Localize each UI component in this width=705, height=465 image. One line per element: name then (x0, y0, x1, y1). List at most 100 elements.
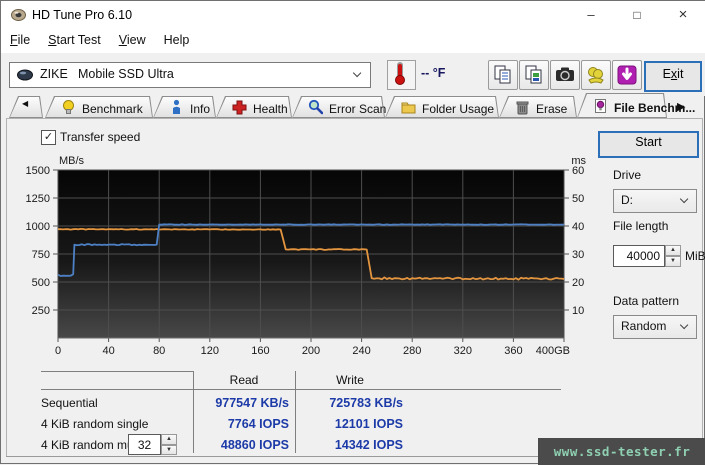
chevron-down-icon (679, 194, 689, 204)
data-pattern-value: Random (621, 319, 667, 333)
x-tick-label: 360 (504, 345, 522, 357)
column-header-read: Read (229, 373, 259, 387)
file-benchmark-icon (593, 98, 608, 117)
drive-dropdown[interactable]: D: (613, 189, 697, 213)
chevron-down-icon (679, 320, 689, 330)
y-right-tick-label: 40 (572, 221, 584, 233)
x-tick-label: 120 (201, 345, 219, 357)
file-length-spinner[interactable]: ▲ ▼ (665, 245, 681, 267)
copy-image-icon (525, 65, 542, 84)
y-axis-left-unit-label: MB/s (59, 155, 85, 167)
y-left-tick-label: 500 (32, 277, 50, 289)
tab-file-benchm[interactable]: File Benchm... (577, 93, 695, 118)
queue-depth-input[interactable]: 32 (128, 434, 161, 455)
tab-scroll-left-button[interactable]: ◀ (9, 96, 43, 118)
tab-error-scan[interactable]: Error Scan (292, 96, 386, 118)
x-tick-label: 200 (302, 345, 320, 357)
drive-dropdown-value: D: (621, 193, 633, 207)
screenshot-camera-icon (556, 67, 574, 81)
table-top-line (41, 371, 193, 372)
transfer-speed-chart: MB/s ms1500125010007505002506050403020100… (26, 155, 587, 357)
spinner-up-icon[interactable]: ▲ (665, 245, 681, 256)
app-disk-icon (11, 9, 26, 21)
x-tick-label: 0 (55, 345, 61, 357)
menu-item-start-test[interactable]: Start Test (39, 29, 110, 51)
y-right-tick-label: 30 (572, 249, 584, 261)
random-multi-write-value: 14342 IOPS (334, 438, 403, 452)
info-icon (169, 99, 184, 118)
copy-image-button[interactable] (519, 60, 549, 90)
drive-disk-icon (17, 69, 33, 81)
transfer-speed-label: Transfer speed (60, 130, 141, 144)
chevron-down-icon (352, 68, 362, 78)
tab-info[interactable]: Info (153, 96, 216, 118)
tab-benchmark[interactable]: Benchmark (45, 96, 153, 118)
file-length-input[interactable]: 40000 (613, 245, 665, 267)
window-title: HD Tune Pro 6.10 (32, 8, 133, 22)
close-button[interactable]: × (660, 1, 705, 29)
random-single-write-value: 12101 IOPS (334, 417, 403, 431)
toolbar: ZIKE Mobile SSD Ultra -- °F Exit (1, 53, 705, 96)
file-length-unit: MiB (685, 249, 705, 263)
drive-label: Drive (613, 168, 642, 182)
error-scan-magnifier-icon (308, 99, 324, 118)
x-tick-label: 240 (352, 345, 370, 357)
x-tick-label: 400GB (536, 345, 570, 357)
maximize-button[interactable]: □ (614, 1, 660, 29)
spinner-down-icon[interactable]: ▼ (665, 256, 681, 267)
copy-button[interactable] (488, 60, 518, 90)
row-sequential-label: Sequential (41, 396, 98, 410)
donate-hand-icon (588, 67, 604, 84)
sequential-read-value: 977547 KB/s (215, 396, 289, 410)
tab-folder-usage[interactable]: Folder Usage (385, 96, 499, 118)
drive-model: Mobile SSD Ultra (78, 67, 174, 81)
donate-button[interactable] (581, 60, 611, 90)
table-vline-2 (295, 371, 296, 453)
x-tick-label: 280 (403, 345, 421, 357)
data-pattern-dropdown[interactable]: Random (613, 315, 697, 339)
random-multi-read-value: 48860 IOPS (220, 438, 289, 452)
tab-erase[interactable]: Erase (499, 96, 577, 118)
screenshot-button[interactable] (550, 60, 580, 90)
save-results-button[interactable] (612, 60, 642, 90)
minimize-button[interactable]: – (568, 1, 614, 29)
folder-icon (401, 99, 416, 118)
row-random-single-label: 4 KiB random single (41, 417, 149, 431)
exit-button[interactable]: Exit (644, 61, 702, 92)
column-header-write: Write (336, 373, 364, 387)
queue-depth-spinner[interactable]: ▲ ▼ (161, 434, 177, 455)
copy-icon (494, 65, 511, 84)
table-header-line (41, 389, 561, 390)
data-pattern-label: Data pattern (613, 294, 680, 308)
y-right-tick-label: 50 (572, 193, 584, 205)
transfer-speed-checkbox[interactable]: ✓ (41, 130, 56, 145)
y-left-tick-label: 1250 (26, 193, 50, 205)
erase-trash-icon (515, 99, 530, 118)
file-length-label: File length (613, 219, 669, 233)
y-right-tick-label: 60 (572, 165, 584, 177)
temperature-thermometer-icon[interactable] (387, 60, 416, 90)
y-left-tick-label: 750 (32, 249, 50, 261)
menu-item-file[interactable]: File (1, 29, 39, 51)
x-tick-label: 160 (251, 345, 269, 357)
x-tick-label: 40 (102, 345, 114, 357)
y-left-tick-label: 250 (32, 305, 50, 317)
menu-item-view[interactable]: View (110, 29, 155, 51)
spinner-up-icon[interactable]: ▲ (161, 434, 177, 445)
temperature-value: -- °F (421, 66, 446, 80)
tab-health[interactable]: Health (216, 96, 292, 118)
arrow-left-icon: ◀ (22, 99, 29, 108)
random-single-read-value: 7764 IOPS (227, 417, 289, 431)
x-tick-label: 80 (153, 345, 165, 357)
save-results-icon (617, 65, 637, 85)
sequential-write-value: 725783 KB/s (329, 396, 403, 410)
drive-selector-dropdown[interactable]: ZIKE Mobile SSD Ultra (9, 62, 371, 88)
y-right-tick-label: 10 (572, 305, 584, 317)
menu-bar: File Start Test View Help (1, 29, 705, 53)
y-left-tick-label: 1500 (26, 165, 50, 177)
x-tick-label: 320 (454, 345, 472, 357)
drive-brand: ZIKE (40, 67, 68, 81)
menu-item-help[interactable]: Help (155, 29, 199, 51)
benchmark-bulb-icon (61, 99, 76, 118)
spinner-down-icon[interactable]: ▼ (161, 444, 177, 455)
